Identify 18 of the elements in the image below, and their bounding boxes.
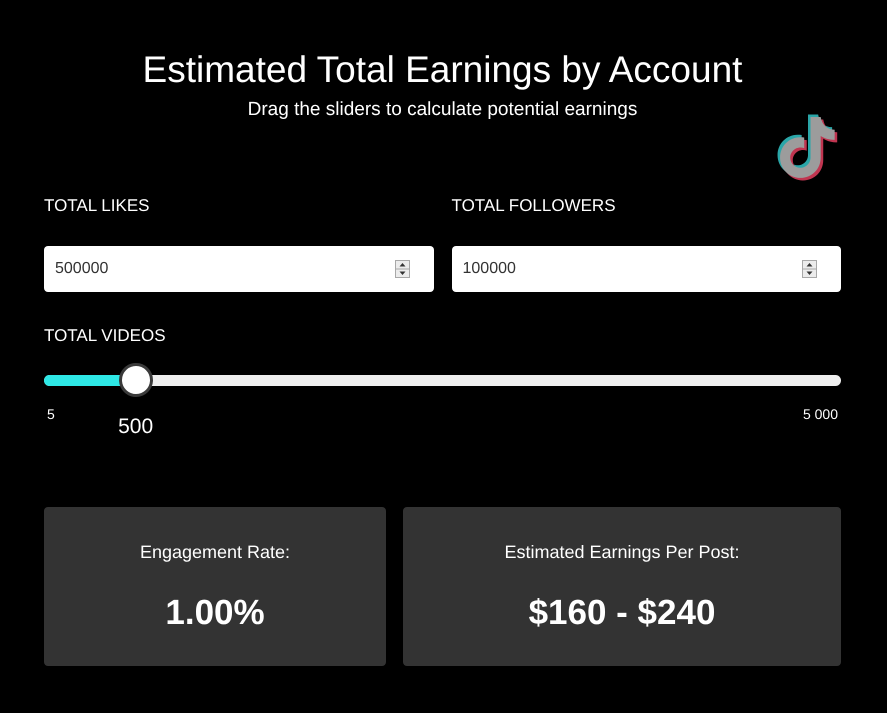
slider-max-label: 5 000 — [802, 406, 838, 423]
slider-thumb[interactable] — [118, 363, 153, 397]
result-label: Estimated Earnings Per Post: — [504, 541, 740, 563]
field-label: TOTAL LIKES — [44, 195, 150, 217]
number-input[interactable]: 100000 — [452, 246, 841, 292]
result-value: 1.00% — [165, 593, 265, 633]
result-label: Engagement Rate: — [140, 541, 290, 563]
page-subtitle: Drag the sliders to calculate potential earnings — [248, 99, 638, 121]
slider-value: 500 — [118, 415, 154, 439]
spinner-icon[interactable] — [802, 260, 817, 278]
result-value: $160 - $240 — [528, 593, 716, 633]
field-label: TOTAL FOLLOWERS — [452, 195, 616, 217]
slider-min-label: 5 — [47, 406, 55, 423]
page-title: Estimated Total Earnings by Account — [142, 49, 742, 91]
spinner-icon[interactable] — [394, 260, 410, 278]
slider-label: TOTAL VIDEOS — [44, 325, 166, 347]
slider-track[interactable] — [44, 363, 841, 397]
number-input[interactable]: 500000 — [44, 246, 434, 292]
